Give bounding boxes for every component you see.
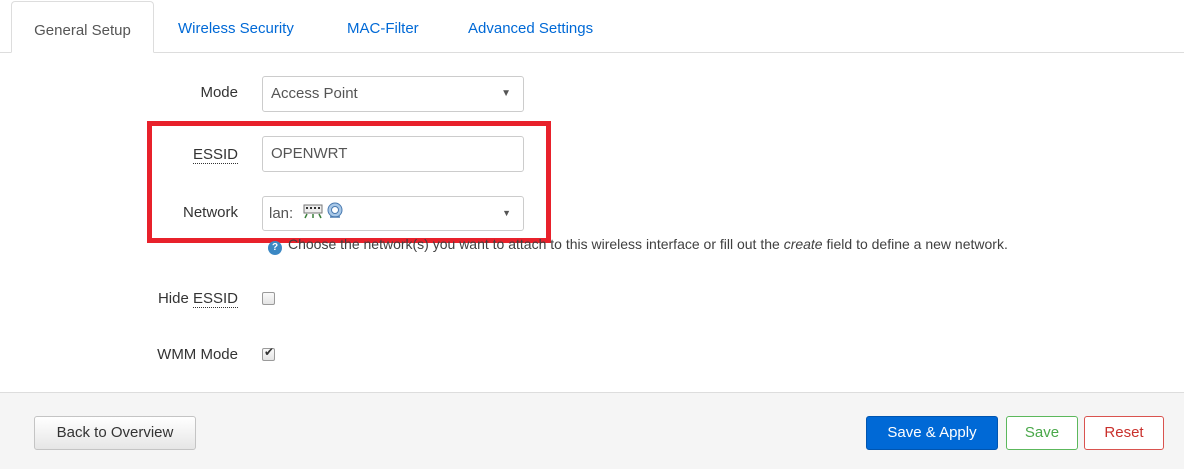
network-help-before: Choose the network(s) you want to attach… [288, 236, 784, 252]
ethernet-switch-icon [303, 202, 343, 218]
chevron-down-icon: ▼ [502, 208, 511, 218]
save-and-apply-button[interactable]: Save & Apply [866, 416, 998, 450]
hide-essid-checkbox[interactable] [262, 292, 275, 305]
tab-bar: General Setup Wireless Security MAC-Filt… [0, 0, 1184, 53]
essid-input-value: OPENWRT [271, 145, 348, 162]
network-help-create: create [783, 236, 823, 252]
mode-label: Mode [200, 84, 238, 101]
tab-mac-filter[interactable]: MAC-Filter [347, 0, 419, 52]
network-dropdown[interactable]: lan: ▼ [262, 196, 524, 231]
network-icons [303, 198, 345, 231]
back-to-overview-button[interactable]: Back to Overview [34, 416, 196, 450]
wmm-mode-label: WMM Mode [157, 346, 238, 363]
checkmark-icon: ✔ [264, 345, 275, 359]
reset-button[interactable]: Reset [1084, 416, 1164, 450]
hide-essid-label-prefix: Hide [157, 290, 193, 307]
essid-label: ESSID [192, 146, 238, 164]
essid-input[interactable]: OPENWRT [262, 136, 524, 172]
tab-wireless-security[interactable]: Wireless Security [178, 0, 294, 52]
tab-general-setup[interactable]: General Setup [11, 1, 154, 53]
network-help-after: field to define a new network. [822, 236, 1008, 252]
wmm-mode-checkbox[interactable]: ✔ [262, 345, 275, 361]
network-help-text: ? Choose the network(s) you want to attac… [268, 236, 1008, 255]
mode-select[interactable]: Access Point ▼ [262, 76, 524, 112]
mode-select-value: Access Point [271, 85, 358, 102]
save-button[interactable]: Save [1006, 416, 1078, 450]
help-icon: ? [268, 241, 282, 255]
hide-essid-label: Hide ESSID [157, 290, 238, 308]
network-label: Network [182, 204, 238, 221]
hide-essid-label-abbr: ESSID [192, 290, 238, 308]
network-dropdown-value: lan: [269, 205, 294, 222]
chevron-down-icon: ▼ [501, 88, 511, 99]
essid-label-text: ESSID [192, 146, 238, 164]
tab-advanced-settings[interactable]: Advanced Settings [468, 0, 593, 52]
